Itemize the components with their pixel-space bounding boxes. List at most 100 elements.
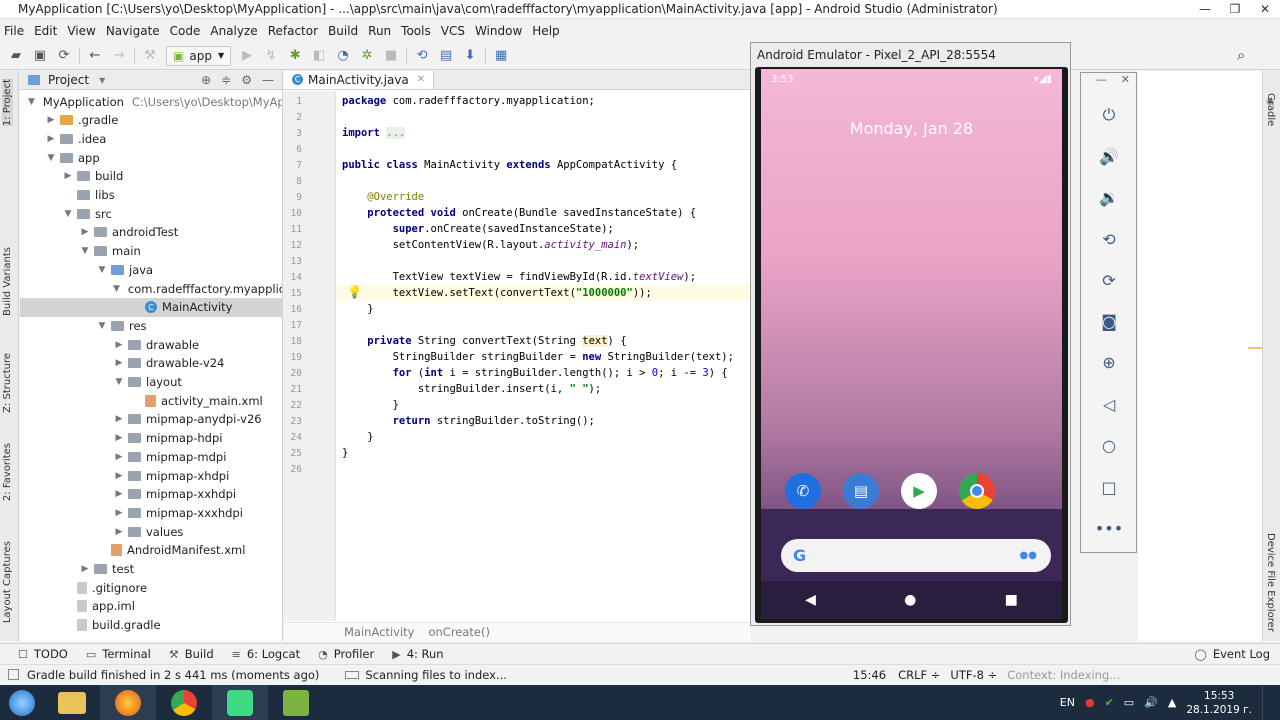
tray-clock[interactable]: 15:53 28.1.2019 г. [1186,689,1252,717]
tray-app-icon[interactable]: ● [1085,696,1095,709]
minimize-button[interactable]: — [1190,0,1220,18]
tray-volume-icon[interactable]: 🔊 [1144,696,1158,709]
menu-vcs[interactable]: VCS [437,24,471,38]
back-icon[interactable]: ◁ [1095,390,1123,418]
event-log-tab[interactable]: ◯ Event Log [1195,647,1270,661]
chevron-right-icon[interactable]: ▶ [113,433,125,443]
chrome-icon[interactable] [156,685,212,720]
menu-code[interactable]: Code [166,24,207,38]
bottom-tab[interactable]: ⚒ Build [169,647,214,661]
chevron-right-icon[interactable]: ▶ [113,358,125,368]
assistant-icon[interactable]: ●● [1020,550,1037,561]
close-tab-icon[interactable]: ✕ [417,74,425,85]
tree-item[interactable]: .gitignore [20,578,282,597]
menu-help[interactable]: Help [528,24,565,38]
firefox-icon[interactable] [100,685,156,720]
coverage-icon[interactable]: ◧ [307,45,331,67]
bottom-tab[interactable]: ▶ 4: Run [392,647,443,661]
menu-analyze[interactable]: Analyze [206,24,263,38]
tray-network-icon[interactable]: ▭ [1124,696,1134,709]
menu-run[interactable]: Run [364,24,397,38]
tree-item[interactable]: ▶ .gradle [20,111,282,130]
tab-project[interactable]: 1: Project [2,79,13,127]
tree-item[interactable]: ▶ .idea [20,129,282,148]
tree-item[interactable]: ▼ java [20,260,282,279]
tree-item[interactable]: ▶ mipmap-anydpi-v26 [20,410,282,429]
locate-icon[interactable]: ⊕ [201,73,211,87]
hammer-icon[interactable]: ⚒ [138,45,162,67]
explorer-icon[interactable] [44,685,100,720]
minimize-icon[interactable]: — [1096,73,1107,93]
power-icon[interactable]: ⏻ [1095,101,1123,129]
menu-file[interactable]: File [0,24,30,38]
rotate-right-icon[interactable]: ⟳ [1095,266,1123,294]
gear-icon[interactable]: ⚙ [241,73,252,87]
chevron-down-icon[interactable]: ▼ [113,284,120,294]
tree-item[interactable]: libs [20,186,282,205]
file-encoding[interactable]: UTF-8 ÷ [950,668,997,682]
chevron-right-icon[interactable]: ▶ [113,527,125,537]
chevron-right-icon[interactable]: ▶ [79,227,91,237]
chevron-right-icon[interactable]: ▶ [79,564,91,574]
gradle-sync-icon[interactable]: ⟲ [410,45,434,67]
bottom-tab[interactable]: ≡ 6: Logcat [232,647,301,661]
google-search-bar[interactable]: G ●● [781,539,1051,572]
menu-refactor[interactable]: Refactor [264,24,324,38]
tree-item[interactable]: ▶ androidTest [20,223,282,242]
status-toggle-icon[interactable] [8,669,19,680]
attach-debugger-icon[interactable]: ✲ [355,45,379,67]
tree-item[interactable]: ▶ values [20,522,282,541]
overview-icon[interactable]: □ [1095,473,1123,501]
nav-back-icon[interactable]: ◀ [805,592,816,608]
search-icon[interactable]: ⌕ [1237,46,1245,64]
tab-structure[interactable]: Z: Structure [2,353,13,413]
chevron-down-icon[interactable]: ▼ [62,209,74,219]
chevron-right-icon[interactable]: ▶ [113,489,125,499]
chevron-down-icon[interactable]: ▼ [28,97,35,107]
volume-down-icon[interactable]: 🔉 [1095,183,1123,211]
chevron-right-icon[interactable]: ▶ [113,508,125,518]
menu-window[interactable]: Window [471,24,528,38]
tab-device-file-explorer[interactable]: Device File Explorer [1265,533,1276,632]
tree-item[interactable]: AndroidManifest.xml [20,541,282,560]
chevron-down-icon[interactable]: ▼ [113,377,125,387]
chevron-down-icon[interactable]: ▼ [96,321,108,331]
more-icon[interactable]: ••• [1095,514,1123,542]
bottom-tab[interactable]: ◔ Profiler [318,647,374,661]
chevron-down-icon[interactable]: ▼ [99,76,105,85]
indexing-status[interactable]: Scanning files to index... [365,668,506,682]
close-button[interactable]: ✕ [1250,0,1280,18]
project-structure-icon[interactable]: ▦ [489,45,513,67]
menu-tools[interactable]: Tools [397,24,437,38]
open-folder-icon[interactable]: ▰ [4,45,28,67]
android-studio-icon[interactable] [212,685,268,720]
tree-item[interactable]: ▶ mipmap-xhdpi [20,466,282,485]
tray-wifi-icon[interactable]: ▲ [1168,696,1176,709]
back-icon[interactable]: ← [83,45,107,67]
volume-up-icon[interactable]: 🔊 [1095,142,1123,170]
run-icon[interactable]: ▶ [235,45,259,67]
forward-icon[interactable]: → [107,45,131,67]
tree-item[interactable]: ▼ MyApplication C:\Users\yo\Desktop\MyApp [20,92,282,111]
chevron-right-icon[interactable]: ▶ [113,471,125,481]
show-desktop-button[interactable] [1262,685,1268,720]
nav-home-icon[interactable]: ● [904,592,916,608]
tree-item[interactable]: ▶ drawable [20,335,282,354]
tree-item[interactable]: ▼ app [20,148,282,167]
sdk-manager-icon[interactable]: ⬇ [458,45,482,67]
tree-item[interactable]: ▶ mipmap-xxhdpi [20,485,282,504]
line-separator[interactable]: CRLF ÷ [898,668,940,682]
tree-item[interactable]: ▼ main [20,242,282,261]
tab-gradle[interactable]: Gradle [1265,93,1276,126]
bottom-tab[interactable]: ▭ Terminal [86,647,151,661]
cursor-position[interactable]: 15:46 [853,668,886,682]
maximize-button[interactable]: ❐ [1220,0,1250,18]
menu-build[interactable]: Build [324,24,364,38]
tree-item[interactable]: ▶ build [20,167,282,186]
tree-item[interactable]: ▶ test [20,560,282,579]
sync-icon[interactable]: ⟳ [52,45,76,67]
chevron-down-icon[interactable]: ▼ [96,265,108,275]
zoom-icon[interactable]: ⊕ [1095,348,1123,376]
start-button[interactable] [0,685,44,720]
tab-favorites[interactable]: 2: Favorites [2,443,13,501]
